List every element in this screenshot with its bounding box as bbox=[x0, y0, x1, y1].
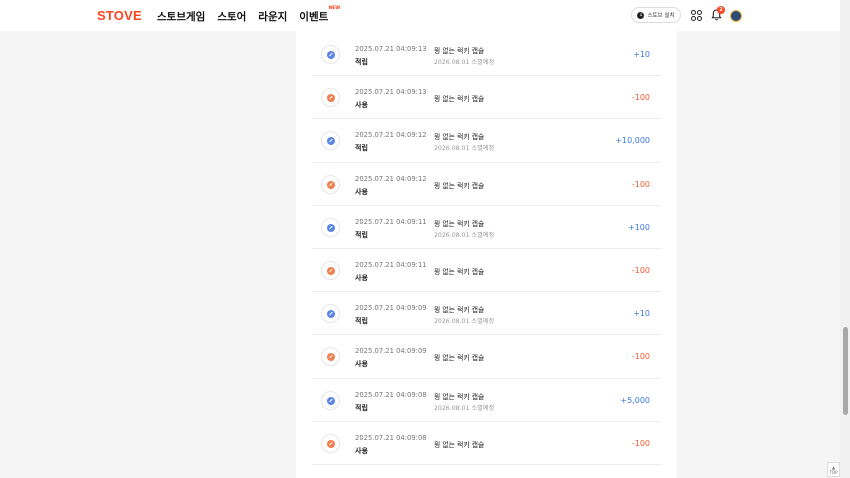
scrollbar-thumb[interactable] bbox=[843, 327, 848, 415]
history-row: 2025.07.21 04:09:11 적립 뭥 없는 럭키 캡슐 +100 2026.… bbox=[312, 206, 661, 249]
history-type: 적립 bbox=[355, 144, 368, 153]
history-title: 뭥 없는 럭키 캡슐 bbox=[434, 133, 485, 142]
point-use-icon bbox=[321, 260, 340, 280]
history-type: 사용 bbox=[355, 360, 368, 369]
history-row: 2025.07.21 04:09:09 사용 뭥 없는 럭키 캡슐 -100 bbox=[312, 335, 661, 379]
history-expiry: 2026.08.01 소멸예정 bbox=[434, 318, 495, 326]
history-date: 2025.07.21 04:09:12 bbox=[355, 174, 427, 183]
history-amount: -100 bbox=[631, 352, 650, 362]
nav-item-event[interactable]: 이벤트 NEW bbox=[299, 6, 340, 24]
history-title: 뭥 없는 럭키 캡슐 bbox=[434, 181, 485, 190]
history-list: 2025.07.21 04:09:13 적립 뭥 없는 럭키 캡슐 +10 2026.0… bbox=[296, 33, 677, 465]
history-row: 2025.07.21 04:09:08 적립 뭥 없는 럭키 캡슐 +5,000 202… bbox=[312, 379, 661, 422]
history-amount: +10 bbox=[633, 309, 650, 319]
scroll-top-label: TOP bbox=[829, 470, 838, 475]
history-date: 2025.07.21 04:09:09 bbox=[355, 304, 427, 313]
history-title: 뭥 없는 럭키 캡슐 bbox=[434, 440, 485, 449]
history-type: 적립 bbox=[355, 230, 368, 239]
history-title: 뭥 없는 럭키 캡슐 bbox=[434, 392, 485, 401]
history-type: 적립 bbox=[355, 58, 368, 66]
stove-logo[interactable]: STOVE bbox=[97, 8, 142, 23]
history-type: 사용 bbox=[355, 273, 368, 282]
history-date: 2025.07.21 04:09:13 bbox=[355, 45, 427, 53]
history-row: 2025.07.21 04:09:08 사용 뭥 없는 럭키 캡슐 -100 bbox=[312, 422, 661, 465]
history-amount: -100 bbox=[631, 93, 650, 103]
main-nav: 스토브게임 스토어 라운지 이벤트 NEW bbox=[157, 6, 340, 24]
point-use-icon bbox=[321, 347, 340, 367]
history-title: 뭥 없는 럭키 캡슐 bbox=[434, 219, 485, 228]
new-badge: NEW bbox=[328, 6, 341, 11]
history-amount: -100 bbox=[631, 265, 650, 275]
download-icon: ↓ bbox=[637, 11, 645, 19]
history-title: 뭥 없는 럭키 캡슐 bbox=[434, 267, 485, 276]
point-earn-icon bbox=[321, 217, 340, 237]
history-date: 2025.07.21 04:09:13 bbox=[355, 88, 427, 97]
history-type: 사용 bbox=[355, 101, 368, 110]
point-earn-icon bbox=[321, 131, 340, 151]
history-row: 2025.07.21 04:09:13 적립 뭥 없는 럭키 캡슐 +10 2026.0… bbox=[312, 33, 661, 77]
top-header: STOVE 스토브게임 스토어 라운지 이벤트 NEW ↓ 스토브 설치 2 bbox=[0, 0, 840, 31]
user-avatar[interactable] bbox=[730, 10, 742, 22]
nav-item-lounge[interactable]: 라운지 bbox=[258, 9, 287, 24]
point-use-icon bbox=[321, 433, 340, 453]
point-use-icon bbox=[321, 174, 340, 194]
history-amount: -100 bbox=[631, 179, 650, 189]
nav-item-games[interactable]: 스토브게임 bbox=[157, 9, 205, 24]
point-earn-icon bbox=[321, 304, 340, 324]
history-row: 2025.07.21 04:09:12 적립 뭥 없는 럭키 캡슐 +10,000 20… bbox=[312, 119, 661, 163]
history-title: 뭥 없는 럭키 캡슐 bbox=[434, 47, 485, 55]
nav-item-event-label: 이벤트 bbox=[299, 11, 329, 23]
history-title: 뭥 없는 럭키 캡슐 bbox=[434, 306, 485, 315]
history-row: 2025.07.21 04:09:13 사용 뭥 없는 럭키 캡슐 -100 bbox=[312, 76, 661, 120]
history-amount: +10,000 bbox=[615, 136, 650, 146]
history-amount: +10 bbox=[633, 50, 650, 59]
history-date: 2025.07.21 04:09:09 bbox=[355, 347, 427, 356]
notification-count-badge: 2 bbox=[717, 6, 725, 14]
history-type: 적립 bbox=[355, 403, 368, 412]
history-expiry: 2026.08.01 소멸예정 bbox=[434, 231, 495, 239]
history-title: 뭥 없는 럭키 캡슐 bbox=[434, 354, 485, 363]
point-earn-icon bbox=[321, 390, 340, 410]
history-amount: +100 bbox=[628, 222, 650, 232]
apps-grid-icon[interactable] bbox=[691, 10, 702, 21]
install-launcher-button[interactable]: ↓ 스토브 설치 bbox=[631, 7, 681, 23]
history-date: 2025.07.21 04:09:08 bbox=[355, 433, 427, 442]
history-row: 2025.07.21 04:09:11 사용 뭥 없는 럭키 캡슐 -100 bbox=[312, 249, 661, 293]
history-date: 2025.07.21 04:09:11 bbox=[355, 217, 427, 226]
point-history-panel: 2025.07.21 04:09:13 적립 뭥 없는 럭키 캡슐 +10 2026.0… bbox=[296, 31, 677, 478]
history-row: 2025.07.21 04:09:12 사용 뭥 없는 럭키 캡슐 -100 bbox=[312, 163, 661, 206]
point-use-icon bbox=[321, 88, 340, 108]
history-expiry: 2026.08.01 소멸예정 bbox=[434, 59, 495, 66]
history-expiry: 2026.08.01 소멸예정 bbox=[434, 404, 495, 412]
install-launcher-label: 스토브 설치 bbox=[647, 13, 675, 19]
history-type: 사용 bbox=[355, 446, 368, 455]
history-title: 뭥 없는 럭키 캡슐 bbox=[434, 95, 485, 104]
history-type: 사용 bbox=[355, 187, 368, 196]
nav-item-store[interactable]: 스토어 bbox=[217, 9, 246, 24]
history-amount: -100 bbox=[631, 438, 650, 448]
history-date: 2025.07.21 04:09:11 bbox=[355, 260, 427, 269]
history-date: 2025.07.21 04:09:08 bbox=[355, 390, 427, 399]
point-earn-icon bbox=[321, 45, 340, 64]
scroll-top-button[interactable]: ▲ TOP bbox=[827, 462, 840, 477]
history-type: 적립 bbox=[355, 317, 368, 326]
history-row: 2025.07.21 04:09:09 적립 뭥 없는 럭키 캡슐 +10 2026.0… bbox=[312, 292, 661, 336]
history-date: 2025.07.21 04:09:12 bbox=[355, 131, 427, 140]
history-amount: +5,000 bbox=[620, 395, 650, 405]
history-expiry: 2026.08.01 소멸예정 bbox=[434, 145, 495, 153]
